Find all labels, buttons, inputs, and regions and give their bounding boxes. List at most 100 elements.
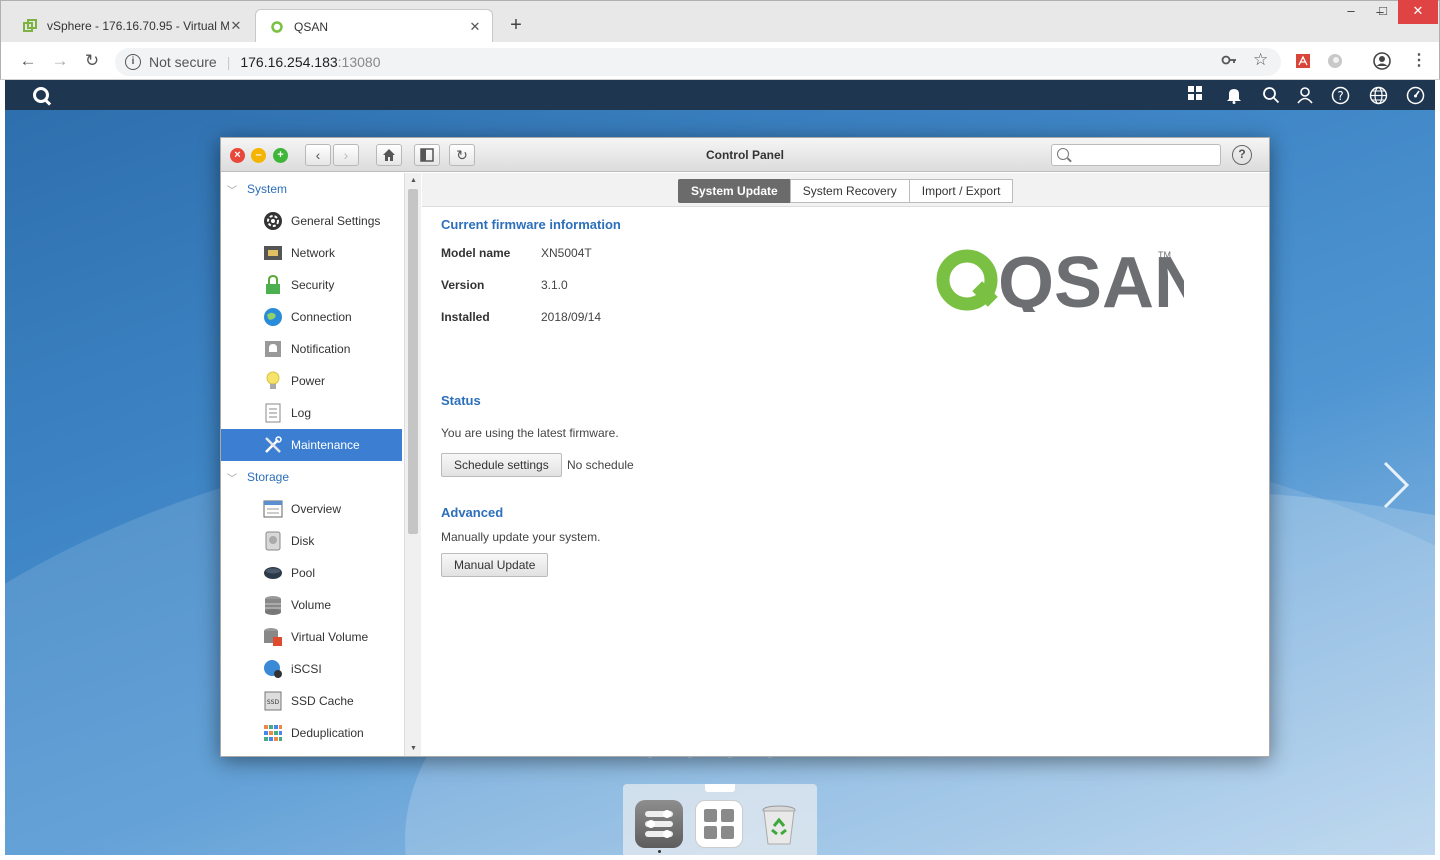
help-icon[interactable]: ?: [1330, 86, 1350, 105]
tab-close-icon[interactable]: ✕: [468, 19, 482, 35]
address-bar[interactable]: i Not secure | 176.16.254.183 :13080: [115, 48, 1281, 76]
pdf-extension-icon[interactable]: [1295, 53, 1311, 69]
scrollbar-thumb[interactable]: [408, 189, 418, 534]
segmented-tabs: System Update System Recovery Import / E…: [678, 179, 1014, 203]
sidebar-group-system[interactable]: ﹀ System: [221, 173, 420, 205]
sidebar-item-label: Disk: [291, 534, 315, 548]
sidebar-group-storage[interactable]: ﹀ Storage: [221, 461, 420, 493]
notification-bell-icon: [263, 339, 283, 359]
trademark-mark: TM: [1158, 250, 1171, 260]
extension-icon[interactable]: [1327, 53, 1343, 69]
sidebar-item-label: SSD Cache: [291, 694, 354, 708]
sidebar-item-volume[interactable]: Volume: [221, 589, 420, 621]
connection-globe-icon: [263, 307, 283, 327]
new-tab-button[interactable]: +: [505, 13, 527, 37]
pool-icon: [263, 563, 283, 583]
qsan-logo-text: QSAN: [998, 243, 1184, 312]
sidebar-item-virtual-volume[interactable]: Virtual Volume: [221, 621, 420, 653]
tab-title: vSphere - 176.16.70.95 - Virtual M: [47, 19, 229, 33]
tab-import-export[interactable]: Import / Export: [908, 179, 1014, 203]
close-window-button[interactable]: ×: [230, 148, 245, 163]
apps-grid-icon[interactable]: [1185, 86, 1205, 104]
schedule-value: No schedule: [567, 458, 634, 472]
window-minimize-button[interactable]: –: [1334, 0, 1368, 24]
forward-icon[interactable]: →: [49, 50, 71, 72]
sidebar-item-maintenance[interactable]: Maintenance: [221, 429, 402, 461]
sidebar: ﹀ System General Settings Network Securi…: [221, 173, 421, 756]
tab-bar: System Update System Recovery Import / E…: [422, 173, 1269, 207]
menu-icon[interactable]: ⋮: [1411, 50, 1427, 70]
sidebar-item-ssd-cache[interactable]: SSD SSD Cache: [221, 685, 420, 717]
next-page-arrow-icon[interactable]: [1381, 460, 1411, 510]
browser-tab-bar: vSphere - 176.16.70.95 - Virtual M ✕ QSA…: [0, 0, 1440, 43]
sidebar-item-notification[interactable]: Notification: [221, 333, 420, 365]
help-icon[interactable]: ?: [1232, 145, 1252, 165]
tools-icon: [263, 435, 283, 455]
sidebar-item-overview[interactable]: Overview: [221, 493, 420, 525]
tab-system-update[interactable]: System Update: [678, 179, 791, 203]
control-panel-window: × – + ‹ › ↻ Control Panel ? ﹀ System Gen…: [220, 137, 1270, 757]
forward-icon[interactable]: ›: [333, 144, 359, 166]
version-value: 3.1.0: [541, 278, 568, 292]
qsan-favicon-icon: [270, 20, 284, 34]
star-icon[interactable]: ☆: [1253, 50, 1268, 70]
bell-icon[interactable]: [1224, 86, 1244, 104]
tab-system-recovery[interactable]: System Recovery: [789, 179, 910, 203]
refresh-icon[interactable]: ↻: [449, 144, 475, 166]
sidebar-item-label: Pool: [291, 566, 316, 580]
browser-tab-qsan[interactable]: QSAN ✕: [255, 9, 493, 43]
profile-icon[interactable]: [1373, 52, 1391, 70]
dock-active-indicator: [658, 850, 661, 853]
sidebar-item-network[interactable]: Network: [221, 237, 420, 269]
search-icon[interactable]: [1261, 86, 1281, 104]
sidebar-scrollbar[interactable]: ▲ ▼: [404, 173, 421, 756]
browser-tab-vsphere[interactable]: vSphere - 176.16.70.95 - Virtual M ✕: [9, 9, 253, 43]
manual-update-button[interactable]: Manual Update: [441, 553, 549, 577]
window-title-bar[interactable]: × – + ‹ › ↻ Control Panel ?: [221, 138, 1269, 172]
dock-tab: [705, 784, 735, 792]
sidebar-item-disk[interactable]: Disk: [221, 525, 420, 557]
schedule-settings-button[interactable]: Schedule settings: [441, 453, 562, 477]
dashboard-icon[interactable]: [1405, 86, 1425, 105]
divider: |: [226, 54, 231, 70]
search-input[interactable]: [1051, 144, 1221, 166]
user-icon[interactable]: [1295, 86, 1315, 104]
home-icon[interactable]: [376, 144, 402, 166]
sidebar-item-power[interactable]: Power: [221, 365, 420, 397]
window-close-button[interactable]: ✕: [1398, 0, 1438, 24]
info-icon[interactable]: i: [125, 54, 141, 70]
globe-icon[interactable]: [1368, 86, 1388, 105]
tab-close-icon[interactable]: ✕: [229, 18, 243, 34]
qsan-logo-icon[interactable]: [33, 87, 49, 103]
back-icon[interactable]: ←: [17, 50, 39, 72]
overview-icon: [263, 499, 283, 519]
window-maximize-button[interactable]: □: [1366, 0, 1400, 24]
apps-icon[interactable]: [695, 800, 743, 848]
sidebar-item-deduplication[interactable]: Deduplication: [221, 717, 420, 749]
sidebar-item-log[interactable]: Log: [221, 397, 420, 429]
reload-icon[interactable]: ↻: [81, 50, 103, 72]
security-label: Not secure: [149, 54, 217, 70]
recycle-bin-icon[interactable]: [755, 800, 803, 848]
sidebar-toggle-icon[interactable]: [414, 144, 440, 166]
general-settings-icon: [263, 211, 283, 231]
minimize-window-button[interactable]: –: [251, 148, 266, 163]
lock-icon: [263, 275, 283, 295]
control-panel-icon[interactable]: [635, 800, 683, 848]
sidebar-item-iscsi[interactable]: iSCSI: [221, 653, 420, 685]
sidebar-item-label: General Settings: [291, 214, 381, 228]
sidebar-item-label: Maintenance: [291, 438, 360, 452]
url-port: :13080: [337, 54, 381, 70]
key-icon[interactable]: [1221, 52, 1237, 72]
sidebar-item-security[interactable]: Security: [221, 269, 420, 301]
scroll-up-icon[interactable]: ▲: [405, 177, 422, 184]
sidebar-item-connection[interactable]: Connection: [221, 301, 420, 333]
back-icon[interactable]: ‹: [305, 144, 331, 166]
scroll-down-icon[interactable]: ▼: [405, 745, 422, 752]
sidebar-item-general-settings[interactable]: General Settings: [221, 205, 420, 237]
deduplication-icon: [263, 723, 283, 743]
maximize-window-button[interactable]: +: [273, 148, 288, 163]
status-message: You are using the latest firmware.: [441, 426, 619, 440]
sidebar-item-pool[interactable]: Pool: [221, 557, 420, 589]
iscsi-icon: [263, 659, 283, 679]
